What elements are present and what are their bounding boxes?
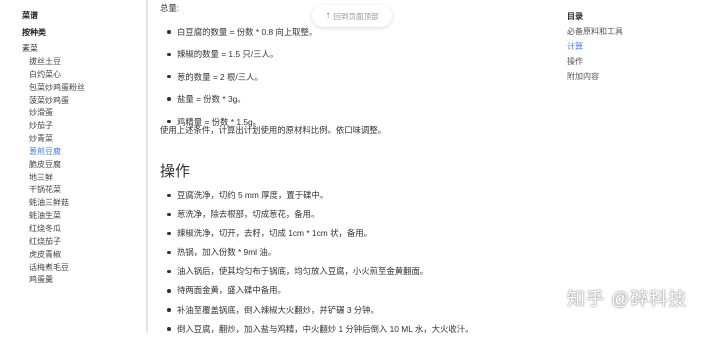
sidebar-item[interactable]: 干锅花菜 — [29, 184, 85, 197]
step-item: 热锅，加入份数 * 9ml 油。 — [160, 243, 474, 262]
sidebar-item[interactable]: 葱煎豆腐 — [29, 146, 85, 159]
zhihu-watermark: 知乎 @碎科技 — [567, 289, 688, 309]
sidebar-item[interactable]: 白灼菜心 — [29, 69, 85, 82]
steps-list: 豆腐洗净，切约 5 mm 厚度，置于碟中。 葱洗净，除去根部，切成葱花，备用。 辣椒… — [160, 186, 474, 339]
sidebar-category[interactable]: 按种类 — [22, 27, 46, 38]
toc-item[interactable]: 操作 — [567, 54, 623, 69]
step-item: 油入锅后，使其均匀布于锅底，均匀放入豆腐，小火煎至金黄翻面。 — [160, 262, 474, 281]
section-title-operation: 操作 — [160, 163, 191, 180]
back-to-top-button[interactable]: ↑ 回到页面顶部 — [312, 5, 392, 27]
quantity-item: 白豆腐的数量 = 份数 * 0.8 向上取整。 — [160, 21, 317, 43]
sidebar-item[interactable]: 虎皮青椒 — [29, 249, 85, 262]
table-of-contents: 目录 必备原料和工具 计算 操作 附加内容 — [567, 10, 623, 84]
quantity-item: 辣椒的数量 = 1.5 只/三人。 — [160, 43, 317, 65]
sidebar-group[interactable]: 素菜 — [22, 43, 38, 54]
step-item: 豆腐洗净，切约 5 mm 厚度，置于碟中。 — [160, 186, 474, 205]
sidebar-recipe-list: 拔丝土豆 白灼菜心 包菜炒鸡蛋粉丝 菠菜炒鸡蛋 炒滑蛋 炒茄子 炒青菜 葱煎豆腐 脆皮豆腐 地三鲜… — [29, 56, 85, 287]
sidebar-scrollbar[interactable] — [146, 0, 148, 333]
note-text: 使用上述条件，计算出计划使用的原材料比例。依口味调整。 — [160, 125, 387, 135]
sidebar-item[interactable]: 红烧茄子 — [29, 236, 85, 249]
sidebar-item[interactable]: 脆皮豆腐 — [29, 159, 85, 172]
sidebar-item[interactable]: 鸡蛋羹 — [29, 274, 85, 287]
toc-item[interactable]: 计算 — [567, 39, 623, 54]
step-item: 倒入豆腐，翻炒，加入盐与鸡精，中火翻炒 1 分钟后倒入 10 ML 水，大火收汁… — [160, 320, 474, 339]
step-item: 辣椒洗净，切开，去籽，切成 1cm * 1cm 状，备用。 — [160, 224, 474, 243]
step-item: 葱洗净，除去根部，切成葱花，备用。 — [160, 205, 474, 224]
back-to-top-label: 回到页面顶部 — [333, 11, 379, 21]
sidebar-item[interactable]: 蚝油三鲜菇 — [29, 197, 85, 210]
sidebar-item[interactable]: 话梅煮毛豆 — [29, 262, 85, 275]
quantity-list: 白豆腐的数量 = 份数 * 0.8 向上取整。 辣椒的数量 = 1.5 只/三人。… — [160, 21, 317, 133]
sidebar-item[interactable]: 炒滑蛋 — [29, 107, 85, 120]
toc-list: 必备原料和工具 计算 操作 附加内容 — [567, 24, 623, 84]
sidebar-item[interactable]: 炒青菜 — [29, 133, 85, 146]
sidebar-nav: 菜谱 按种类 素菜 拔丝土豆 白灼菜心 包菜炒鸡蛋粉丝 菠菜炒鸡蛋 炒滑蛋 炒茄子 炒青菜葱… — [0, 0, 150, 333]
main-content: 总量: 白豆腐的数量 = 份数 * 0.8 向上取整。 辣椒的数量 = 1.5 只… — [160, 0, 560, 334]
sidebar-item[interactable]: 包菜炒鸡蛋粉丝 — [29, 82, 85, 95]
step-item: 待两面金黄，盛入碟中备用。 — [160, 281, 474, 300]
sidebar-item[interactable]: 拔丝土豆 — [29, 56, 85, 69]
quantity-item: 盐量 = 份数 * 3g。 — [160, 88, 317, 110]
step-item: 补油至覆盖锅底，倒入辣椒大火翻炒，并铲碾 3 分钟。 — [160, 301, 474, 320]
total-label: 总量: — [160, 3, 180, 13]
sidebar-item[interactable]: 地三鲜 — [29, 172, 85, 185]
toc-title: 目录 — [567, 12, 583, 21]
sidebar-item[interactable]: 菠菜炒鸡蛋 — [29, 95, 85, 108]
arrow-up-icon: ↑ — [325, 10, 331, 21]
sidebar-item[interactable]: 蚝油生菜 — [29, 210, 85, 223]
sidebar-heading: 菜谱 — [22, 11, 38, 20]
sidebar-item[interactable]: 炒茄子 — [29, 120, 85, 133]
toc-item[interactable]: 必备原料和工具 — [567, 24, 623, 39]
sidebar-item[interactable]: 红烧冬瓜 — [29, 223, 85, 236]
quantity-item: 葱的数量 = 2 根/三人。 — [160, 66, 317, 88]
toc-item[interactable]: 附加内容 — [567, 69, 623, 84]
